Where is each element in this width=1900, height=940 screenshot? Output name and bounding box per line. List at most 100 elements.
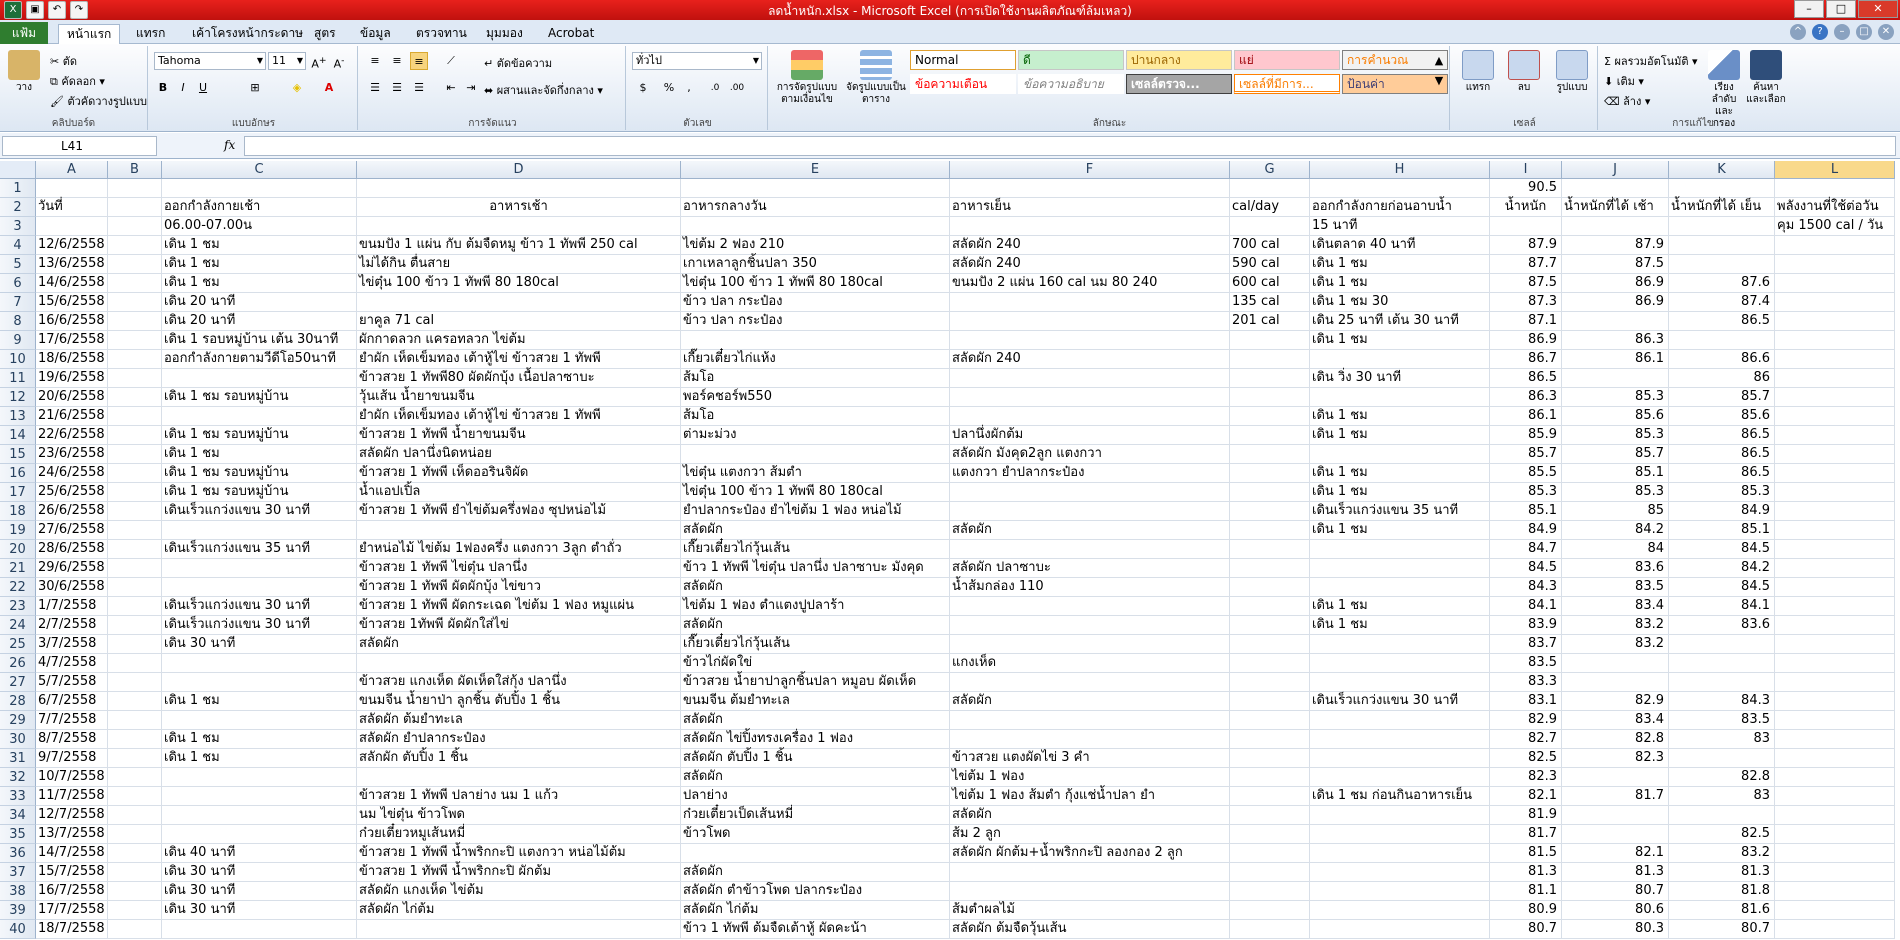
cell-b27[interactable] — [108, 673, 162, 692]
row-header-10[interactable]: 10 — [0, 350, 36, 369]
cell-h5[interactable]: เดิน 1 ชม — [1310, 255, 1490, 274]
cell-l21[interactable] — [1775, 559, 1895, 578]
collapse-ribbon-icon[interactable]: ^ — [1790, 24, 1806, 40]
row-header-22[interactable]: 22 — [0, 578, 36, 597]
increase-indent-icon[interactable]: ⇥ — [462, 79, 480, 97]
cell-a22[interactable]: 30/6/2558 — [36, 578, 108, 597]
cell-g39[interactable] — [1230, 901, 1310, 920]
cell-g29[interactable] — [1230, 711, 1310, 730]
cell-a21[interactable]: 29/6/2558 — [36, 559, 108, 578]
formula-input[interactable] — [244, 136, 1896, 156]
cell-h15[interactable] — [1310, 445, 1490, 464]
cell-l12[interactable] — [1775, 388, 1895, 407]
cell-h18[interactable]: เดินเร็วแกว่งแขน 35 นาที — [1310, 502, 1490, 521]
cell-j33[interactable]: 81.7 — [1562, 787, 1669, 806]
cell-g13[interactable] — [1230, 407, 1310, 426]
cell-i7[interactable]: 87.3 — [1490, 293, 1562, 312]
cell-i18[interactable]: 85.1 — [1490, 502, 1562, 521]
cell-j20[interactable]: 84 — [1562, 540, 1669, 559]
cell-j40[interactable]: 80.3 — [1562, 920, 1669, 939]
cell-k6[interactable]: 87.6 — [1669, 274, 1775, 293]
cell-c11[interactable] — [162, 369, 357, 388]
cell-f26[interactable]: แกงเห็ด — [950, 654, 1230, 673]
cell-d40[interactable] — [357, 920, 681, 939]
align-left-icon[interactable]: ☰ — [366, 79, 384, 97]
column-header-a[interactable]: A — [36, 161, 108, 179]
cell-d33[interactable]: ข้าวสวย 1 ทัพพี ปลาย่าง นม 1 แก้ว — [357, 787, 681, 806]
cell-a32[interactable]: 10/7/2558 — [36, 768, 108, 787]
cell-k20[interactable]: 84.5 — [1669, 540, 1775, 559]
cell-f1[interactable] — [950, 179, 1230, 198]
column-header-j[interactable]: J — [1562, 161, 1669, 179]
cell-e11[interactable]: ส้มโอ — [681, 369, 950, 388]
cell-k38[interactable]: 81.8 — [1669, 882, 1775, 901]
cell-h7[interactable]: เดิน 1 ชม 30 — [1310, 293, 1490, 312]
row-header-35[interactable]: 35 — [0, 825, 36, 844]
row-header-30[interactable]: 30 — [0, 730, 36, 749]
cell-f17[interactable] — [950, 483, 1230, 502]
cell-l35[interactable] — [1775, 825, 1895, 844]
cell-d26[interactable] — [357, 654, 681, 673]
cell-i38[interactable]: 81.1 — [1490, 882, 1562, 901]
merge-center-button[interactable]: ⬌ ผสานและจัดกึ่งกลาง ▾ — [484, 81, 603, 99]
cell-a33[interactable]: 11/7/2558 — [36, 787, 108, 806]
cell-k10[interactable]: 86.6 — [1669, 350, 1775, 369]
cell-i32[interactable]: 82.3 — [1490, 768, 1562, 787]
cell-g5[interactable]: 590 cal — [1230, 255, 1310, 274]
cell-b22[interactable] — [108, 578, 162, 597]
cell-c31[interactable]: เดิน 1 ชม — [162, 749, 357, 768]
cell-l2[interactable]: พลังงานที่ใช้ต่อวัน — [1775, 198, 1895, 217]
cell-g1[interactable] — [1230, 179, 1310, 198]
cell-l36[interactable] — [1775, 844, 1895, 863]
maximize-icon[interactable]: □ — [1826, 0, 1856, 18]
cell-g33[interactable] — [1230, 787, 1310, 806]
cell-d28[interactable]: ขนมจีน น้ำยาป่า ลูกชิ้น ตับปิ้ง 1 ชิ้น — [357, 692, 681, 711]
cell-i20[interactable]: 84.7 — [1490, 540, 1562, 559]
cell-style-7[interactable]: เซลล์ตรวจ... — [1126, 74, 1232, 94]
cell-b25[interactable] — [108, 635, 162, 654]
cell-f11[interactable] — [950, 369, 1230, 388]
column-header-i[interactable]: I — [1490, 161, 1562, 179]
cell-b13[interactable] — [108, 407, 162, 426]
cell-a38[interactable]: 16/7/2558 — [36, 882, 108, 901]
cell-h22[interactable] — [1310, 578, 1490, 597]
tab-formulas[interactable]: สูตร — [306, 24, 344, 44]
cell-e17[interactable]: ไข่ตุ๋น 100 ข้าว 1 ทัพพี 80 180cal — [681, 483, 950, 502]
cell-g25[interactable] — [1230, 635, 1310, 654]
cell-b23[interactable] — [108, 597, 162, 616]
cell-a16[interactable]: 24/6/2558 — [36, 464, 108, 483]
cell-j13[interactable]: 85.6 — [1562, 407, 1669, 426]
cell-f8[interactable] — [950, 312, 1230, 331]
cell-e20[interactable]: เกี๊ยวเตี๋ยวไก่วุ้นเส้น — [681, 540, 950, 559]
cell-g21[interactable] — [1230, 559, 1310, 578]
cell-j23[interactable]: 83.4 — [1562, 597, 1669, 616]
cell-b10[interactable] — [108, 350, 162, 369]
cell-l33[interactable] — [1775, 787, 1895, 806]
cell-h27[interactable] — [1310, 673, 1490, 692]
cell-f34[interactable]: สลัดผัก — [950, 806, 1230, 825]
cell-b17[interactable] — [108, 483, 162, 502]
format-cells-button[interactable]: รูปแบบ — [1550, 50, 1594, 94]
cell-i11[interactable]: 86.5 — [1490, 369, 1562, 388]
cell-d5[interactable]: ไม่ได้กิน ตื่นสาย — [357, 255, 681, 274]
percent-icon[interactable]: % — [660, 79, 678, 97]
cell-k15[interactable]: 86.5 — [1669, 445, 1775, 464]
cell-e30[interactable]: สลัดผัก ไข่ปิ้งทรงเครื่อง 1 ฟอง — [681, 730, 950, 749]
cell-k11[interactable]: 86 — [1669, 369, 1775, 388]
cell-e24[interactable]: สลัดผัก — [681, 616, 950, 635]
cell-j35[interactable] — [1562, 825, 1669, 844]
cell-d4[interactable]: ขนมปัง 1 แผ่น กับ ต้มจืดหมู ข้าว 1 ทัพพี… — [357, 236, 681, 255]
cell-a39[interactable]: 17/7/2558 — [36, 901, 108, 920]
cell-e7[interactable]: ข้าว ปลา กระป๋อง — [681, 293, 950, 312]
cell-b35[interactable] — [108, 825, 162, 844]
row-header-37[interactable]: 37 — [0, 863, 36, 882]
cell-h38[interactable] — [1310, 882, 1490, 901]
cell-a24[interactable]: 2/7/2558 — [36, 616, 108, 635]
cell-b12[interactable] — [108, 388, 162, 407]
cell-e15[interactable] — [681, 445, 950, 464]
column-header-h[interactable]: H — [1310, 161, 1490, 179]
row-header-1[interactable]: 1 — [0, 179, 36, 198]
cell-c29[interactable] — [162, 711, 357, 730]
cell-k37[interactable]: 81.3 — [1669, 863, 1775, 882]
cell-g20[interactable] — [1230, 540, 1310, 559]
